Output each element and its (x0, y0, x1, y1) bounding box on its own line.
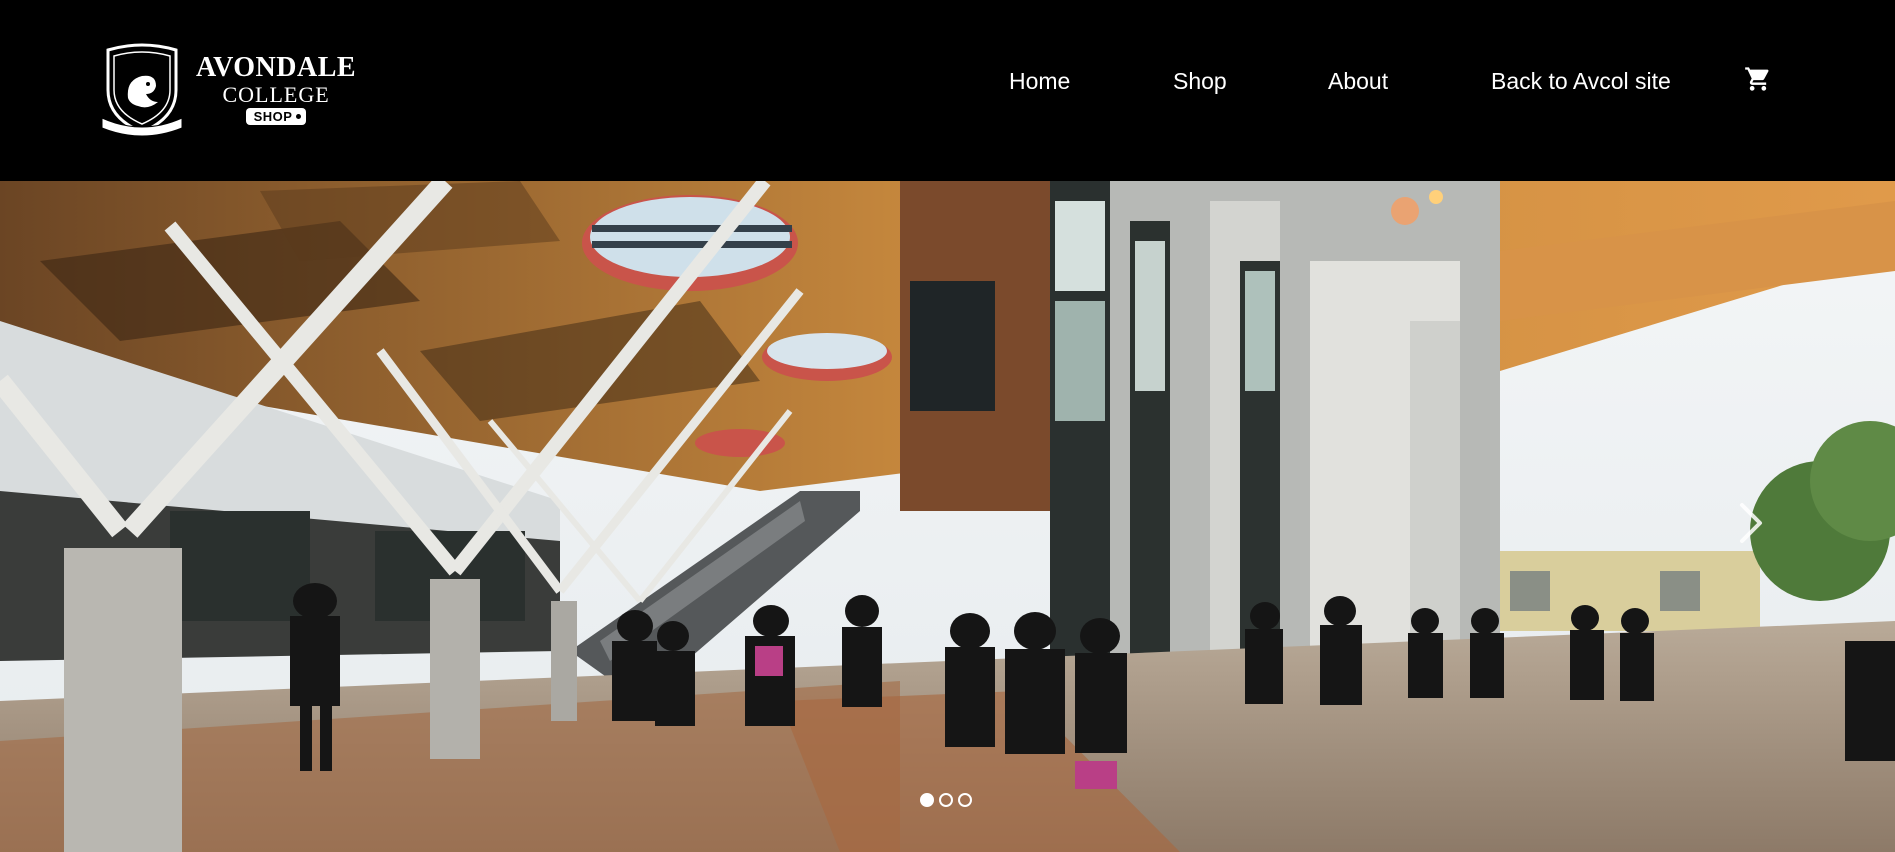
hero-slide-image (0, 181, 1895, 852)
carousel-dot-1[interactable] (920, 793, 934, 807)
brand-name-line1: AVONDALE (196, 51, 357, 83)
carousel-dot-2[interactable] (939, 793, 953, 807)
shopping-cart-icon[interactable] (1744, 65, 1772, 93)
college-crest-icon (98, 40, 186, 138)
nav-shop-link[interactable]: Shop (1173, 68, 1227, 95)
nav-home-link[interactable]: Home (1009, 68, 1070, 95)
nav-about-link[interactable]: About (1328, 68, 1388, 95)
carousel-next-chevron-right-icon[interactable] (1736, 501, 1766, 545)
site-logo[interactable]: AVONDALE COLLEGE SHOP (98, 40, 358, 138)
shop-tag-badge: SHOP (245, 107, 307, 125)
site-header: AVONDALE COLLEGE SHOP Home Shop About Ba… (0, 0, 1895, 181)
carousel-indicators (920, 793, 972, 807)
hero-carousel (0, 181, 1895, 852)
brand-wordmark: AVONDALE COLLEGE SHOP (196, 51, 357, 125)
nav-back-to-avcol-link[interactable]: Back to Avcol site (1491, 68, 1671, 95)
brand-name-line2: COLLEGE (222, 81, 330, 107)
carousel-dot-3[interactable] (958, 793, 972, 807)
